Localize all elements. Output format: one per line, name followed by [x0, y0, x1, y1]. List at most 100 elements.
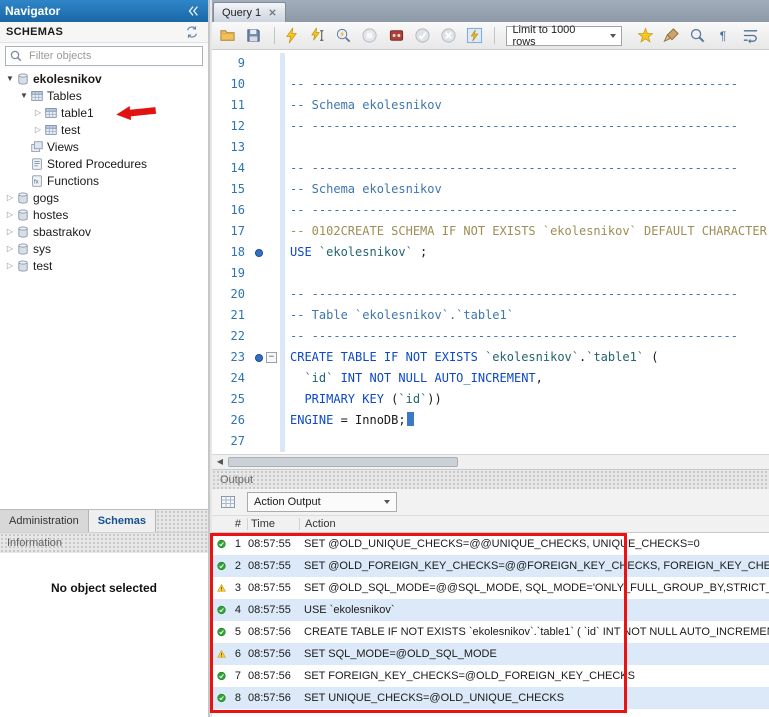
output-row-1[interactable]: 108:57:55SET @OLD_UNIQUE_CHECKS=@@UNIQUE… [212, 533, 769, 555]
editor-line-15[interactable]: 15-- Schema ekolesnikov [212, 179, 769, 200]
refresh-schemas-icon[interactable] [185, 25, 199, 39]
expand-arrow-icon[interactable]: ▷ [4, 193, 16, 202]
schema-icon [16, 259, 30, 273]
output-row-6[interactable]: 608:57:56SET SQL_MODE=@OLD_SQL_MODE [212, 643, 769, 665]
editor-line-21[interactable]: 21-- Table `ekolesnikov`.`table1` [212, 305, 769, 326]
row-time: 08:57:55 [243, 538, 299, 550]
execute-current-button[interactable] [309, 25, 329, 46]
editor-line-12[interactable]: 12-- -----------------------------------… [212, 116, 769, 137]
output-grid-icon [220, 494, 236, 510]
scrollbar-thumb[interactable] [228, 457, 458, 467]
tab-administration[interactable]: Administration [0, 510, 89, 532]
row-action: CREATE TABLE IF NOT EXISTS `ekolesnikov`… [299, 626, 769, 638]
editor-horizontal-scrollbar[interactable]: ◀ [212, 454, 769, 469]
tree-item-stored-procedures[interactable]: Stored Procedures [0, 155, 208, 172]
expand-arrow-icon[interactable]: ▷ [32, 125, 44, 134]
editor-line-10[interactable]: 10-- -----------------------------------… [212, 74, 769, 95]
line-number: 18 [212, 242, 252, 263]
output-row-2[interactable]: 208:57:55SET @OLD_FOREIGN_KEY_CHECKS=@@F… [212, 555, 769, 577]
tree-item-sys[interactable]: ▷sys [0, 240, 208, 257]
line-number: 27 [212, 431, 252, 452]
editor-line-26[interactable]: 26ENGINE = InnoDB; [212, 410, 769, 431]
tree-item-hostes[interactable]: ▷hostes [0, 206, 208, 223]
code-text: -- -------------------------------------… [280, 326, 769, 347]
tree-item-views[interactable]: Views [0, 138, 208, 155]
code-text: -- Schema ekolesnikov [280, 95, 769, 116]
tree-item-test[interactable]: ▷test [0, 121, 208, 138]
tree-item-sbastrakov[interactable]: ▷sbastrakov [0, 223, 208, 240]
save-snippet-button[interactable] [637, 25, 657, 46]
query-toolbar: Limit to 1000 rows ¶ [212, 22, 769, 50]
output-row-7[interactable]: 708:57:56SET FOREIGN_KEY_CHECKS=@OLD_FOR… [212, 665, 769, 687]
output-view-dropdown[interactable]: Action Output [247, 492, 397, 512]
editor-line-20[interactable]: 20-- -----------------------------------… [212, 284, 769, 305]
output-row-4[interactable]: 408:57:55USE `ekolesnikov` [212, 599, 769, 621]
explain-button[interactable] [335, 25, 355, 46]
tree-item-tables[interactable]: ▼ Tables [0, 87, 208, 104]
output-row-8[interactable]: 808:57:56SET UNIQUE_CHECKS=@OLD_UNIQUE_C… [212, 687, 769, 709]
editor-line-23[interactable]: 23−CREATE TABLE IF NOT EXISTS `ekolesnik… [212, 347, 769, 368]
editor-line-11[interactable]: 11-- Schema ekolesnikov [212, 95, 769, 116]
beautify-button[interactable] [663, 25, 683, 46]
rollback-button[interactable] [440, 25, 460, 46]
editor-line-9[interactable]: 9 [212, 53, 769, 74]
fold-collapse-icon[interactable]: − [266, 352, 277, 363]
editor-line-27[interactable]: 27 [212, 431, 769, 452]
editor-line-24[interactable]: 24 `id` INT NOT NULL AUTO_INCREMENT, [212, 368, 769, 389]
editor-line-14[interactable]: 14-- -----------------------------------… [212, 158, 769, 179]
wrap-button[interactable] [742, 25, 762, 46]
warning-icon [212, 647, 226, 661]
tree-item-label: Functions [47, 174, 99, 188]
tree-item-label: table1 [61, 106, 94, 120]
limit-rows-dropdown[interactable]: Limit to 1000 rows [506, 26, 621, 46]
open-script-button[interactable] [219, 25, 239, 46]
stop-on-error-button[interactable] [387, 25, 407, 46]
tree-item-label: Tables [47, 89, 82, 103]
expand-arrow-icon[interactable]: ▷ [4, 227, 16, 236]
statement-marker-icon [255, 354, 263, 362]
row-time: 08:57:56 [243, 670, 299, 682]
line-number: 21 [212, 305, 252, 326]
editor-line-17[interactable]: 17-- 0102CREATE SCHEMA IF NOT EXISTS `ek… [212, 221, 769, 242]
editor-line-25[interactable]: 25 PRIMARY KEY (`id`)) [212, 389, 769, 410]
close-tab-icon[interactable] [268, 8, 277, 17]
success-icon [212, 625, 226, 639]
editor-margin [252, 179, 280, 200]
output-row-5[interactable]: 508:57:56CREATE TABLE IF NOT EXISTS `eko… [212, 621, 769, 643]
collapse-panel-icon[interactable] [186, 4, 200, 18]
tree-item-gogs[interactable]: ▷gogs [0, 189, 208, 206]
expand-arrow-icon[interactable]: ▷ [4, 244, 16, 253]
editor-line-18[interactable]: 18USE `ekolesnikov` ; [212, 242, 769, 263]
tree-item-table1[interactable]: ▷ table1 [0, 104, 208, 121]
save-snippet-icon [637, 27, 654, 44]
schema-icon [16, 72, 30, 86]
execute-button[interactable] [282, 25, 302, 46]
commit-button[interactable] [414, 25, 434, 46]
find-button[interactable] [689, 25, 709, 46]
editor-line-22[interactable]: 22-- -----------------------------------… [212, 326, 769, 347]
invisibles-icon: ¶ [716, 27, 733, 44]
editor-line-13[interactable]: 13 [212, 137, 769, 158]
collapse-arrow-icon[interactable]: ▼ [18, 91, 30, 100]
editor-line-19[interactable]: 19 [212, 263, 769, 284]
tab-schemas[interactable]: Schemas [89, 510, 156, 532]
tree-item-ekolesnikov[interactable]: ▼ ekolesnikov [0, 70, 208, 87]
tree-item-functions[interactable]: fxFunctions [0, 172, 208, 189]
collapse-arrow-icon[interactable]: ▼ [4, 74, 16, 83]
save-script-button[interactable] [245, 25, 265, 46]
scroll-left-arrow-icon[interactable]: ◀ [212, 455, 228, 469]
autocommit-button[interactable] [466, 25, 486, 46]
stop-button[interactable] [361, 25, 381, 46]
sql-editor[interactable]: 910-- ----------------------------------… [212, 50, 769, 454]
tree-item-label: ekolesnikov [33, 72, 102, 86]
invisibles-button[interactable]: ¶ [716, 25, 736, 46]
tree-item-test[interactable]: ▷test [0, 257, 208, 274]
tab-query-1[interactable]: Query 1 [213, 2, 286, 22]
output-row-3[interactable]: 308:57:55SET @OLD_SQL_MODE=@@SQL_MODE, S… [212, 577, 769, 599]
expand-arrow-icon[interactable]: ▷ [4, 210, 16, 219]
expand-arrow-icon[interactable]: ▷ [4, 261, 16, 270]
filter-objects-input[interactable] [29, 50, 199, 62]
expand-arrow-icon[interactable]: ▷ [32, 108, 44, 117]
editor-line-16[interactable]: 16-- -----------------------------------… [212, 200, 769, 221]
tree-item-label: Stored Procedures [47, 157, 147, 171]
